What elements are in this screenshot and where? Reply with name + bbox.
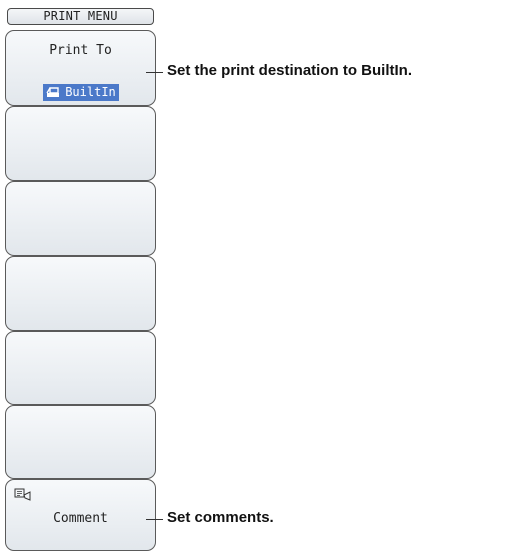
blank-softkey-1[interactable] bbox=[5, 106, 156, 181]
print-to-callout: Set the print destination to BuiltIn. bbox=[167, 62, 412, 79]
print-to-value: BuiltIn bbox=[43, 84, 119, 101]
blank-softkey-5[interactable] bbox=[5, 405, 156, 479]
print-to-label: Print To bbox=[49, 43, 112, 58]
menu-title: PRINT MENU bbox=[7, 8, 154, 25]
comment-icon bbox=[14, 488, 31, 501]
comment-label: Comment bbox=[53, 511, 108, 526]
blank-softkey-3[interactable] bbox=[5, 256, 156, 331]
comment-softkey[interactable]: Comment bbox=[5, 479, 156, 551]
comment-callout: Set comments. bbox=[167, 509, 274, 526]
print-to-value-text: BuiltIn bbox=[65, 85, 116, 99]
comment-callout-line bbox=[146, 519, 163, 520]
print-to-callout-line bbox=[146, 72, 163, 73]
blank-softkey-2[interactable] bbox=[5, 181, 156, 256]
blank-softkey-4[interactable] bbox=[5, 331, 156, 405]
printer-icon bbox=[46, 87, 60, 97]
print-to-softkey[interactable]: Print To BuiltIn bbox=[5, 30, 156, 106]
